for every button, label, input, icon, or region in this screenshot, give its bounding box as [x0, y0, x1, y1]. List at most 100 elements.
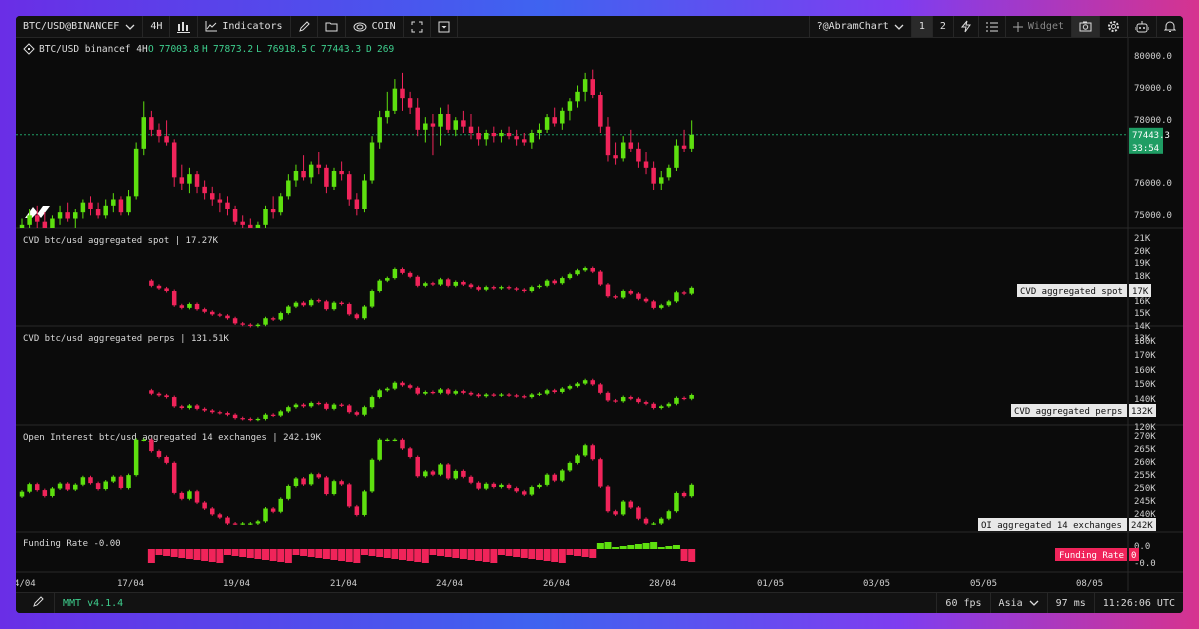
candle-body — [270, 209, 276, 213]
fullscreen-button[interactable] — [404, 16, 431, 37]
cvd-perps-bar — [491, 394, 497, 396]
cvd-perps-bar — [529, 394, 535, 398]
oi-bar — [194, 491, 200, 503]
candle-body — [575, 91, 580, 102]
candle-body — [286, 180, 291, 197]
funding-bar — [193, 549, 201, 560]
oi-bar — [179, 492, 185, 499]
cvd-spot-bar — [377, 280, 382, 292]
cvd-spot-bar — [468, 284, 474, 288]
oi-bar — [118, 476, 124, 488]
candle-body — [210, 193, 215, 200]
oi-bar — [461, 470, 466, 477]
cvd-spot-bar — [301, 302, 306, 306]
funding-bar — [216, 549, 224, 563]
funding-bar — [201, 549, 209, 561]
candle-body — [491, 133, 497, 137]
cvd-perps-bar — [544, 390, 550, 394]
chart-type-button[interactable] — [170, 16, 199, 37]
scale-tick: 245K — [1134, 497, 1156, 507]
cvd-spot-bar — [605, 284, 611, 297]
dropdown-box-button[interactable] — [431, 16, 458, 37]
oi-bar — [111, 476, 116, 482]
candle-body — [80, 202, 86, 213]
funding-bar — [657, 547, 665, 549]
funding-bar — [688, 549, 696, 562]
funding-bar — [634, 544, 642, 549]
folder-button[interactable] — [318, 16, 346, 37]
candle-body — [354, 199, 360, 209]
timeframe-selector[interactable]: 4H — [143, 16, 171, 37]
user-layout-selector[interactable]: ?@AbramChart — [808, 16, 912, 37]
indicators-button[interactable]: Indicators — [198, 16, 291, 37]
funding-bar — [399, 549, 406, 560]
candle-body — [308, 164, 314, 178]
chart-area[interactable]: BTC/USD binancef 4H O 77003.8 H 77873.2 … — [16, 38, 1183, 591]
cvd-perps-bar — [666, 403, 672, 407]
cvd-spot-bar — [369, 291, 375, 307]
oi-bar — [423, 471, 428, 477]
candle-body — [133, 148, 139, 197]
oi-bar — [628, 501, 634, 508]
alerts-button[interactable] — [954, 16, 979, 37]
cvd-spot-bar — [179, 305, 185, 308]
symbol-selector[interactable]: BTC/USD@BINANCEF — [16, 16, 144, 37]
candle-body — [202, 186, 207, 194]
cvd-perps-bar — [240, 418, 245, 420]
funding-bar — [383, 549, 391, 558]
bot-button[interactable] — [1128, 16, 1157, 37]
cvd-spot-bar — [643, 298, 649, 302]
expand-icon — [411, 21, 423, 33]
cvd-perps-bar — [598, 384, 603, 393]
funding-bar — [406, 549, 414, 561]
series-value: 132K — [1131, 407, 1153, 417]
cvd-spot-bar — [210, 311, 215, 315]
legend-low-label: L — [256, 44, 262, 55]
add-widget-button[interactable]: Widget — [1006, 16, 1072, 37]
scale-tick: 170K — [1134, 351, 1156, 361]
scale-tick: 18K — [1134, 272, 1151, 282]
oi-bar — [255, 521, 261, 524]
oi-bar — [430, 471, 436, 475]
draw-tool-button[interactable] — [291, 16, 318, 37]
funding-bar — [262, 549, 270, 560]
layout-tab-2[interactable]: 2 — [933, 16, 954, 37]
list-button[interactable] — [979, 16, 1006, 37]
cvd-perps-bar — [506, 394, 512, 396]
layout-tab-1[interactable]: 1 — [911, 16, 933, 37]
notifications-button[interactable] — [1157, 16, 1183, 37]
candle-body — [27, 215, 32, 225]
oi-bar — [270, 508, 276, 512]
funding-bar — [269, 549, 277, 561]
price-tick: 78000.0 — [1134, 116, 1172, 126]
settings-button[interactable] — [1100, 16, 1128, 37]
candle-body — [514, 136, 519, 140]
series-tag-label: OI aggregated 14 exchanges — [981, 521, 1122, 531]
oi-bar — [232, 523, 238, 525]
funding-bar — [147, 549, 155, 563]
funding-bar — [467, 549, 475, 560]
fps-readout: 60 fps — [936, 593, 989, 613]
cvd-spot-bar — [194, 303, 200, 310]
candle-body — [628, 142, 634, 149]
cvd-spot-bar — [461, 281, 466, 285]
screenshot-button[interactable] — [1072, 16, 1100, 37]
oi-bar — [415, 456, 420, 477]
oi-bar — [514, 488, 519, 492]
coin-button[interactable]: COIN — [346, 16, 404, 37]
funding-bar — [246, 549, 254, 558]
legend-low: 76918.5 — [267, 44, 307, 55]
funding-bar — [505, 549, 513, 556]
cvd-perps-bar — [643, 402, 649, 404]
funding-bar — [482, 549, 490, 562]
funding-bar — [642, 543, 650, 549]
cvd-perps-bar — [522, 396, 527, 398]
candle-body — [674, 145, 679, 168]
oi-bar — [453, 470, 459, 479]
cvd-perps-bar — [171, 397, 177, 407]
drawing-tools-button[interactable] — [16, 593, 55, 613]
oi-bar — [103, 481, 108, 490]
candle-body — [362, 180, 367, 209]
region-selector[interactable]: Asia — [989, 593, 1047, 613]
oi-bar — [476, 482, 481, 489]
